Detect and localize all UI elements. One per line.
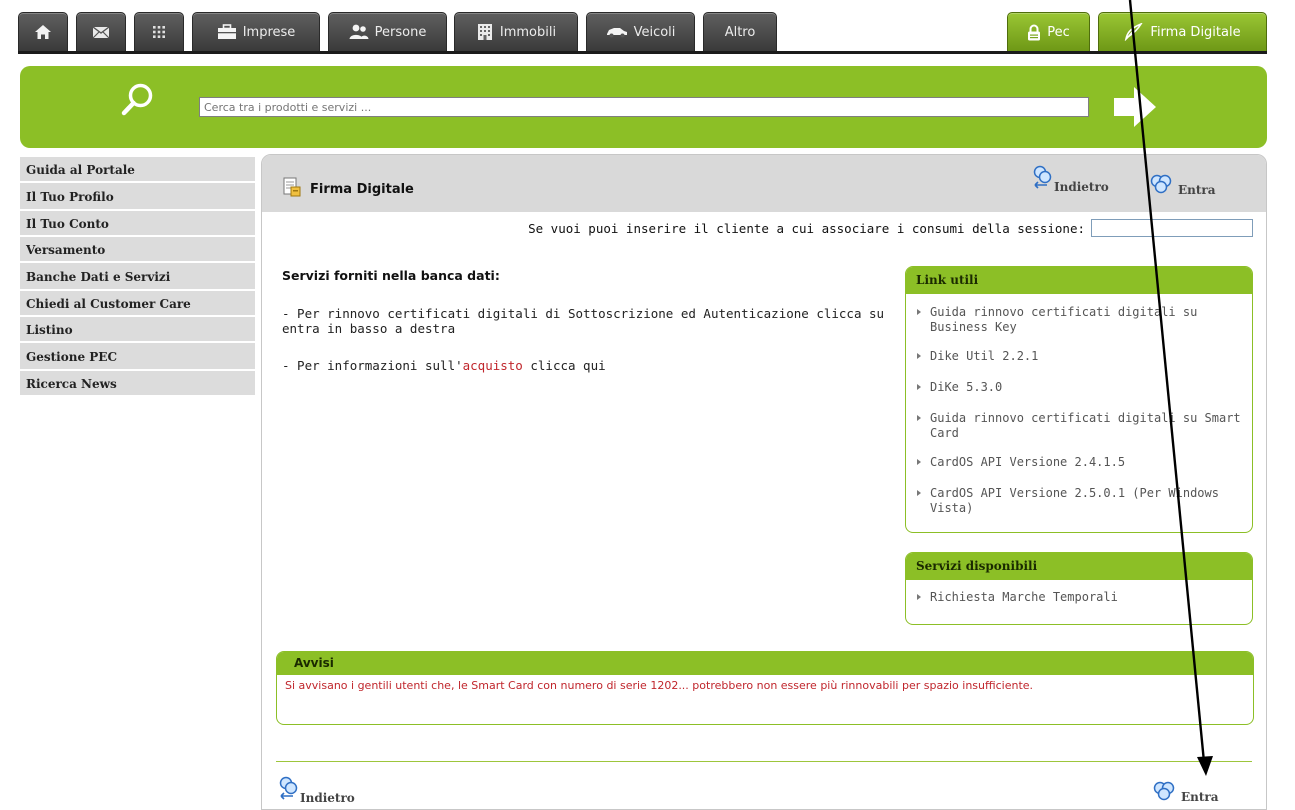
notices-text: Si avvisano i gentili utenti che, le Sma… bbox=[285, 679, 1034, 692]
session-client-input[interactable] bbox=[1091, 219, 1253, 237]
tab-persone[interactable]: Persone bbox=[328, 12, 447, 51]
footer-divider bbox=[276, 761, 1252, 762]
service-line-purchase-suffix: clicca qui bbox=[522, 358, 606, 373]
building-icon bbox=[476, 23, 494, 41]
sidebar-item-banche-dati[interactable]: Banche Dati e Servizi bbox=[20, 263, 255, 291]
people-icon bbox=[349, 24, 369, 40]
useful-links-title: Link utili bbox=[906, 267, 1252, 294]
tab-pec[interactable]: Pec bbox=[1007, 12, 1090, 51]
useful-link-business-key[interactable]: Guida rinnovo certificati digitali su Bu… bbox=[906, 305, 1252, 335]
back-icon bbox=[279, 776, 299, 805]
sidebar-item-tuo-profilo[interactable]: Il Tuo Profilo bbox=[20, 183, 255, 211]
useful-link-dike[interactable]: DiKe 5.3.0 bbox=[906, 380, 1252, 395]
sidebar-item-customer-care[interactable]: Chiedi al Customer Care bbox=[20, 291, 255, 317]
tab-grid[interactable] bbox=[134, 12, 184, 51]
enter-link-top-label: Entra bbox=[1178, 183, 1216, 197]
sidebar: Guida al Portale Il Tuo Profilo Il Tuo C… bbox=[20, 157, 255, 397]
car-icon bbox=[606, 26, 628, 38]
document-icon bbox=[282, 177, 302, 201]
back-link-top[interactable]: Indietro bbox=[1033, 165, 1109, 194]
session-client-prompt: Se vuoi puoi inserire il cliente a cui a… bbox=[528, 220, 1085, 236]
purchase-link[interactable]: acquisto bbox=[463, 358, 523, 373]
tab-firma-digitale-label: Firma Digitale bbox=[1150, 24, 1241, 40]
sidebar-item-ricerca-news[interactable]: Ricerca News bbox=[20, 371, 255, 397]
notices-title: Avvisi bbox=[277, 652, 1253, 675]
sidebar-item-gestione-pec[interactable]: Gestione PEC bbox=[20, 343, 255, 371]
service-line-renewal: - Per rinnovo certificati digitali di So… bbox=[282, 306, 885, 336]
search-submit-arrow-icon[interactable] bbox=[1112, 85, 1158, 133]
search-band bbox=[20, 66, 1267, 148]
tab-immobili-label: Immobili bbox=[499, 24, 557, 40]
back-link-bottom-label: Indietro bbox=[300, 791, 355, 805]
home-icon bbox=[34, 24, 52, 40]
top-navigation: Imprese Persone Immobili Veicoli Altro P… bbox=[18, 0, 1267, 56]
tab-immobili[interactable]: Immobili bbox=[454, 12, 578, 51]
enter-link-top[interactable]: Entra bbox=[1150, 174, 1216, 197]
page-title-text: Firma Digitale bbox=[310, 181, 414, 197]
service-marche-temporali[interactable]: Richiesta Marche Temporali bbox=[906, 590, 1252, 605]
page-title: Firma Digitale bbox=[282, 177, 414, 201]
back-link-bottom[interactable]: Indietro bbox=[279, 776, 355, 805]
sidebar-item-guida-portale[interactable]: Guida al Portale bbox=[20, 157, 255, 183]
sidebar-item-tuo-conto[interactable]: Il Tuo Conto bbox=[20, 211, 255, 237]
enter-link-bottom[interactable]: Entra bbox=[1153, 781, 1219, 804]
pen-icon bbox=[1124, 23, 1144, 41]
service-line-purchase: - Per informazioni sull'acquisto clicca … bbox=[282, 358, 897, 373]
useful-link-cardos-2501[interactable]: CardOS API Versione 2.5.0.1 (Per Windows… bbox=[906, 486, 1252, 516]
tab-altro[interactable]: Altro bbox=[703, 12, 777, 51]
useful-links-box: Link utili Guida rinnovo certificati dig… bbox=[905, 266, 1253, 533]
tab-pec-label: Pec bbox=[1047, 24, 1070, 40]
useful-link-dike-util[interactable]: Dike Util 2.2.1 bbox=[906, 349, 1252, 364]
available-services-box: Servizi disponibili Richiesta Marche Tem… bbox=[905, 552, 1253, 625]
services-heading: Servizi forniti nella banca dati: bbox=[282, 268, 500, 283]
lock-icon bbox=[1027, 24, 1041, 41]
back-icon bbox=[1033, 165, 1053, 194]
available-services-title: Servizi disponibili bbox=[906, 553, 1252, 580]
tab-veicoli-label: Veicoli bbox=[633, 24, 676, 40]
back-link-top-label: Indietro bbox=[1054, 180, 1109, 194]
briefcase-icon bbox=[217, 24, 237, 40]
enter-icon bbox=[1150, 174, 1172, 197]
search-input[interactable] bbox=[199, 97, 1089, 117]
service-line-purchase-prefix: - Per informazioni sull' bbox=[282, 358, 463, 373]
useful-link-smart-card[interactable]: Guida rinnovo certificati digitali su Sm… bbox=[906, 411, 1252, 441]
tab-firma-digitale[interactable]: Firma Digitale bbox=[1098, 12, 1267, 51]
search-icon[interactable] bbox=[121, 82, 155, 124]
tab-altro-label: Altro bbox=[724, 24, 756, 40]
enter-icon bbox=[1153, 781, 1175, 804]
tab-mail[interactable] bbox=[76, 12, 126, 51]
notices-box: Avvisi Si avvisano i gentili utenti che,… bbox=[276, 651, 1254, 725]
tab-veicoli[interactable]: Veicoli bbox=[586, 12, 695, 51]
tab-home[interactable] bbox=[18, 12, 68, 51]
tab-bar-baseline bbox=[18, 51, 1267, 54]
tab-imprese-label: Imprese bbox=[242, 24, 296, 40]
tab-persone-label: Persone bbox=[374, 24, 427, 40]
sidebar-item-versamento[interactable]: Versamento bbox=[20, 237, 255, 263]
sidebar-item-listino[interactable]: Listino bbox=[20, 317, 255, 343]
useful-link-cardos-2415[interactable]: CardOS API Versione 2.4.1.5 bbox=[906, 455, 1252, 470]
session-client-row: Se vuoi puoi inserire il cliente a cui a… bbox=[528, 219, 1253, 237]
enter-link-bottom-label: Entra bbox=[1181, 790, 1219, 804]
main-panel: Firma Digitale Indietro Entra Se vuoi pu… bbox=[261, 154, 1267, 810]
grid-icon bbox=[152, 25, 166, 39]
tab-imprese[interactable]: Imprese bbox=[192, 12, 320, 51]
mail-icon bbox=[92, 25, 110, 39]
panel-header: Firma Digitale Indietro Entra bbox=[262, 155, 1266, 212]
